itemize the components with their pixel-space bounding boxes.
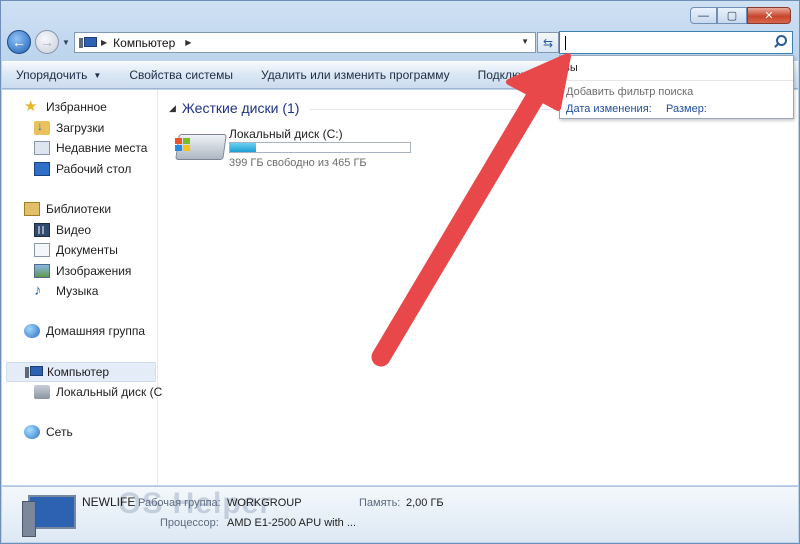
collapse-group-icon[interactable]: ◢ — [169, 103, 176, 114]
address-bar[interactable]: ▶ Компьютер ▶ ▼ — [74, 32, 536, 53]
star-icon: ★ — [24, 98, 38, 115]
nav-video-label: Видео — [56, 223, 92, 237]
nav-homegroup[interactable]: Домашняя группа — [24, 324, 145, 338]
explorer-window: — ▢ ✕ ← → ▼ ▶ Компьютер ▶ ▼ ⇆ вы Добавит… — [0, 0, 800, 544]
nav-downloads-label: Загрузки — [56, 121, 105, 135]
windows-logo-icon — [175, 138, 191, 152]
nav-network-label: Сеть — [46, 425, 73, 439]
drive-usage-fill — [230, 143, 256, 152]
refresh-button[interactable]: ⇆ — [537, 32, 559, 53]
address-dropdown-icon[interactable]: ▼ — [521, 37, 529, 46]
filter-size-link[interactable]: Размер: — [666, 103, 707, 115]
chevron-down-icon: ▼ — [93, 70, 102, 80]
homegroup-icon — [24, 324, 40, 338]
details-pane: OS Helper NEWLIFE Рабочая группа: WORKGR… — [2, 486, 798, 542]
filter-date-modified-link[interactable]: Дата изменения: — [566, 103, 652, 115]
processor-value: AMD E1-2500 APU with ... — [227, 517, 356, 529]
close-icon: ✕ — [764, 10, 774, 22]
refresh-icon: ⇆ — [542, 35, 554, 50]
memory-label: Память: — [359, 497, 401, 509]
divider — [560, 80, 793, 81]
back-arrow-icon: ← — [12, 34, 26, 50]
workgroup-label: Рабочая группа: — [138, 497, 221, 509]
nav-video[interactable]: Видео — [34, 223, 91, 237]
nav-recent-places[interactable]: Недавние места — [34, 141, 147, 155]
maximize-icon: ▢ — [726, 10, 738, 22]
nav-libraries[interactable]: Библиотеки — [24, 202, 111, 216]
nav-local-disk[interactable]: Локальный диск (С — [34, 385, 162, 399]
breadcrumb-chevron-icon[interactable]: ▶ — [101, 38, 107, 47]
nav-music[interactable]: ♪ Музыка — [34, 282, 99, 299]
nav-network[interactable]: Сеть — [24, 425, 73, 439]
caption-buttons: — ▢ ✕ — [690, 7, 791, 24]
maximize-button[interactable]: ▢ — [717, 7, 747, 24]
search-input[interactable] — [559, 31, 793, 54]
nav-local-disk-label: Локальный диск (С — [56, 385, 163, 399]
computer-name: NEWLIFE — [82, 495, 136, 509]
nav-computer[interactable]: Компьютер — [6, 362, 156, 382]
uninstall-program-button[interactable]: Удалить или изменить программу — [261, 68, 450, 82]
drive-usage-bar — [229, 142, 411, 153]
nav-desktop[interactable]: Рабочий стол — [34, 162, 131, 176]
workgroup-value: WORKGROUP — [227, 497, 302, 509]
nav-favorites[interactable]: ★ Избранное — [24, 98, 107, 115]
close-button[interactable]: ✕ — [747, 7, 791, 24]
history-dropdown-icon[interactable]: ▼ — [62, 38, 70, 47]
pictures-library-icon — [34, 264, 50, 278]
back-button[interactable]: ← — [7, 30, 31, 54]
drive-free-space: 399 ГБ свободно из 465 ГБ — [229, 157, 367, 169]
computer-large-icon — [22, 493, 80, 539]
system-properties-label: Свойства системы — [129, 68, 233, 82]
minimize-icon: — — [698, 9, 709, 22]
processor-label: Процессор: — [160, 517, 219, 529]
breadcrumb-chevron-icon[interactable]: ▶ — [185, 38, 191, 47]
content-pane[interactable]: ◢ Жесткие диски (1) Локальный диск (C:) … — [159, 90, 798, 485]
navigation-pane[interactable]: ★ Избранное Загрузки Недавние места Рабоч… — [2, 90, 162, 485]
search-history-heading: вы — [564, 62, 578, 74]
nav-desktop-label: Рабочий стол — [56, 162, 132, 176]
organize-label: Упорядочить — [16, 68, 88, 82]
main-panes: ★ Избранное Загрузки Недавние места Рабоч… — [2, 90, 798, 485]
search-suggestions-dropdown: вы Добавить фильтр поиска Дата изменения… — [559, 55, 794, 119]
search-icon[interactable] — [773, 35, 787, 49]
libraries-icon — [24, 202, 40, 216]
forward-arrow-icon: → — [40, 34, 54, 50]
computer-icon — [25, 365, 43, 379]
nav-documents-label: Документы — [56, 243, 118, 257]
text-caret — [565, 36, 566, 50]
local-disk-icon — [34, 385, 50, 399]
minimize-button[interactable]: — — [690, 7, 717, 24]
video-library-icon — [34, 223, 50, 237]
drive-name: Локальный диск (C:) — [229, 127, 343, 141]
music-note-icon: ♪ — [34, 282, 42, 299]
group-title: Жесткие диски (1) — [181, 100, 300, 116]
nav-libraries-label: Библиотеки — [46, 202, 112, 216]
memory-value: 2,00 ГБ — [406, 497, 444, 509]
forward-button[interactable]: → — [35, 30, 59, 54]
nav-homegroup-label: Домашняя группа — [46, 324, 146, 338]
nav-recent-places-label: Недавние места — [56, 141, 148, 155]
nav-favorites-label: Избранное — [46, 100, 107, 114]
system-properties-button[interactable]: Свойства системы — [129, 68, 233, 82]
downloads-folder-icon — [34, 119, 50, 135]
desktop-icon — [34, 162, 50, 176]
recent-places-icon — [34, 141, 50, 155]
uninstall-program-label: Удалить или изменить программу — [260, 68, 450, 82]
nav-documents[interactable]: Документы — [34, 243, 118, 257]
organize-menu-button[interactable]: Упорядочить ▼ — [16, 68, 101, 82]
navigation-row: ← → ▼ ▶ Компьютер ▶ ▼ ⇆ — [7, 30, 793, 56]
local-disk-c-tile[interactable]: Локальный диск (C:) 399 ГБ свободно из 4… — [175, 126, 415, 170]
nav-images[interactable]: Изображения — [34, 264, 131, 278]
network-icon — [24, 425, 40, 439]
nav-music-label: Музыка — [56, 284, 99, 298]
hard-drives-group-header[interactable]: ◢ Жесткие диски (1) — [169, 100, 299, 116]
documents-library-icon — [34, 243, 50, 257]
add-search-filter-label: Добавить фильтр поиска — [566, 86, 694, 98]
nav-images-label: Изображения — [56, 264, 132, 278]
nav-downloads[interactable]: Загрузки — [34, 119, 105, 135]
nav-computer-label: Компьютер — [47, 365, 110, 379]
breadcrumb-computer[interactable]: Компьютер — [113, 36, 175, 50]
computer-icon — [79, 36, 97, 49]
